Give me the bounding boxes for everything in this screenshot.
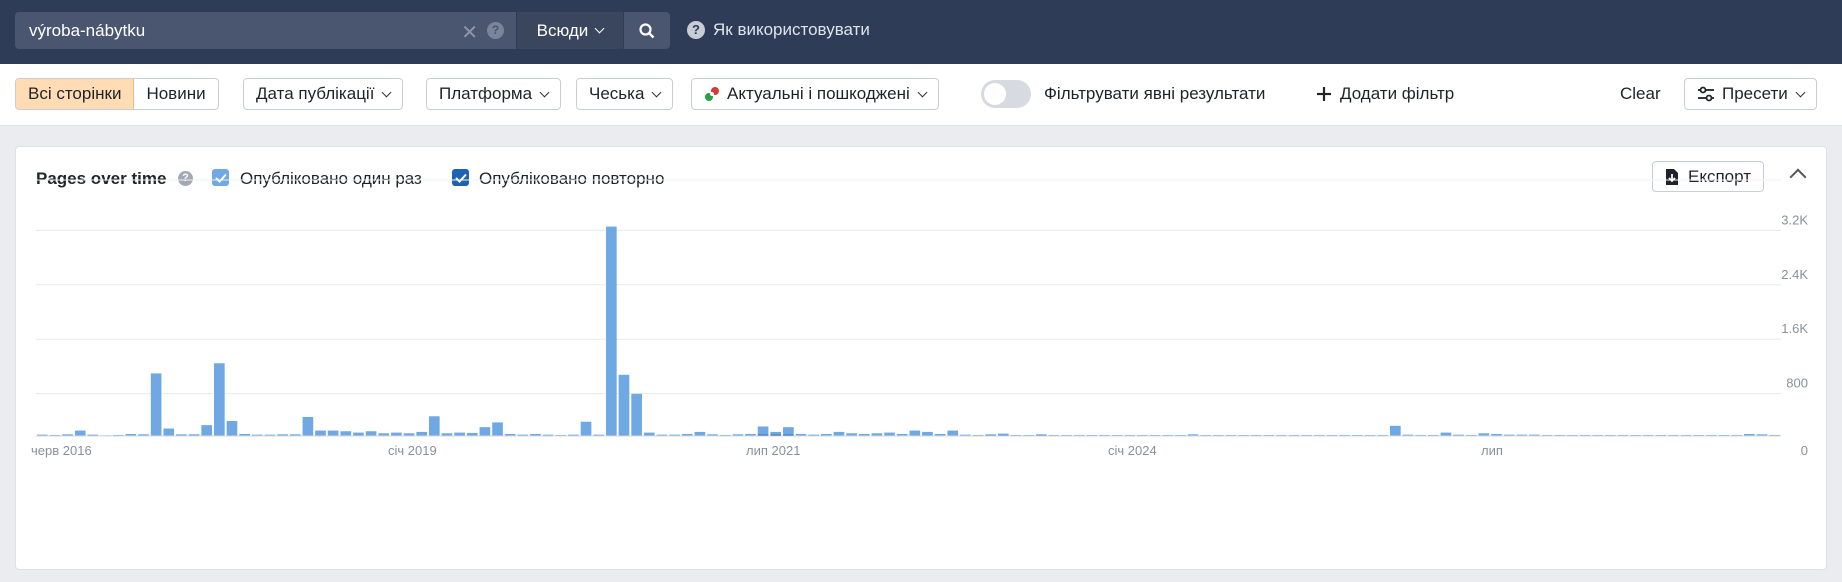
bar-once[interactable] [643, 432, 655, 436]
sliders-icon [1698, 86, 1714, 102]
x-tick-label: черв 2016 [31, 443, 92, 458]
chevron-down-icon [1795, 87, 1806, 97]
plus-icon [1317, 87, 1331, 101]
publish-date-filter[interactable]: Дата публікації [243, 78, 404, 110]
bar-once[interactable] [492, 422, 503, 436]
bar-once[interactable] [428, 416, 440, 436]
bar-once[interactable] [884, 432, 895, 436]
bar-once[interactable] [226, 421, 238, 436]
add-filter-label: Додати фільтр [1340, 84, 1455, 103]
bar-once[interactable] [416, 431, 427, 436]
y-tick-label: 1.6K [1781, 321, 1808, 336]
broken-link-icon [705, 87, 719, 101]
y-tick-label: 2.4K [1781, 267, 1808, 282]
bar-once[interactable] [479, 427, 491, 436]
y-tick-label: 3.2K [1781, 212, 1808, 227]
pages-over-time-card: Pages over time ? Опубліковано один раз … [15, 146, 1827, 570]
bar-once[interactable] [201, 425, 213, 436]
publish-date-label: Дата публікації [256, 84, 375, 103]
platform-filter[interactable]: Платформа [426, 78, 562, 110]
search-group: výroba-nábytku ✕ ? Всюди [15, 12, 670, 49]
search-icon [639, 22, 655, 38]
bar-once[interactable] [327, 430, 339, 436]
segment-all-pages[interactable]: Всі сторінки [16, 79, 135, 109]
toggle-knob [984, 83, 1006, 105]
chevron-down-icon [381, 87, 392, 97]
search-input[interactable]: výroba-nábytku ✕ ? [15, 12, 516, 49]
status-label: Актуальні і пошкоджені [727, 84, 910, 103]
bar-once[interactable] [454, 432, 465, 436]
clear-icon[interactable]: ✕ [461, 20, 478, 45]
bar-once[interactable] [922, 431, 933, 436]
scope-label: Всюди [536, 20, 589, 40]
bar-once[interactable] [1390, 425, 1401, 436]
y-tick-label: 0 [1801, 443, 1808, 458]
bar-once[interactable] [833, 431, 845, 436]
bar-once[interactable] [909, 430, 921, 436]
presets-button[interactable]: Пресети [1684, 78, 1817, 110]
search-value: výroba-nábytku [29, 20, 146, 40]
help-icon[interactable]: ? [487, 22, 504, 39]
scope-dropdown[interactable]: Всюди [517, 12, 623, 49]
how-to-use-label: Як використовувати [713, 20, 870, 39]
bar-once[interactable] [757, 426, 769, 436]
page-type-segment: Всі сторінки Новини [15, 78, 219, 110]
chevron-down-icon [594, 23, 605, 34]
bar-once[interactable] [947, 430, 959, 436]
language-filter[interactable]: Чеська [576, 78, 674, 110]
x-tick-label: січ 2019 [388, 443, 437, 458]
pages-over-time-chart: 0 800 1.6K 2.4K 3.2K черв 2016 січ 2019 лип 202… [31, 179, 1808, 458]
bar-once[interactable] [340, 431, 352, 436]
bar-once[interactable] [606, 226, 617, 436]
chevron-down-icon [917, 87, 928, 97]
bar-once[interactable] [618, 374, 630, 436]
status-filter[interactable]: Актуальні і пошкоджені [691, 78, 939, 110]
top-bar: výroba-nábytku ✕ ? Всюди ? Як використов… [0, 0, 1842, 64]
clear-button[interactable]: Clear [1620, 84, 1661, 104]
bar-once[interactable] [365, 431, 377, 436]
segment-news[interactable]: Новини [134, 79, 217, 109]
bar-once[interactable] [391, 432, 402, 436]
bar-once[interactable] [580, 421, 592, 436]
search-button[interactable] [624, 12, 670, 49]
bar-once[interactable] [163, 428, 175, 436]
x-tick-label: лип [1481, 443, 1503, 458]
question-icon: ? [687, 21, 705, 39]
bar-once[interactable] [694, 431, 706, 436]
chevron-down-icon [539, 87, 550, 97]
explicit-filter-toggle[interactable] [981, 80, 1031, 108]
explicit-filter-label: Фільтрувати явні результати [1044, 84, 1266, 103]
chevron-down-icon [651, 87, 662, 97]
bar-once[interactable] [302, 416, 314, 436]
bar-once[interactable] [74, 430, 86, 436]
bar-once[interactable] [315, 430, 326, 436]
language-label: Чеська [589, 84, 645, 103]
bar-once[interactable] [214, 363, 225, 436]
how-to-use-link[interactable]: ? Як використовувати [687, 20, 870, 40]
bar-once[interactable] [150, 373, 162, 436]
y-tick-label: 800 [1786, 376, 1808, 391]
bar-once[interactable] [1440, 432, 1452, 436]
x-tick-label: січ 2024 [1108, 443, 1157, 458]
platform-label: Платформа [439, 84, 533, 103]
bar-once[interactable] [353, 432, 364, 436]
add-filter-button[interactable]: Додати фільтр [1316, 84, 1454, 104]
x-tick-label: лип 2021 [746, 443, 800, 458]
bar-once[interactable] [631, 393, 642, 436]
presets-label: Пресети [1722, 84, 1788, 103]
